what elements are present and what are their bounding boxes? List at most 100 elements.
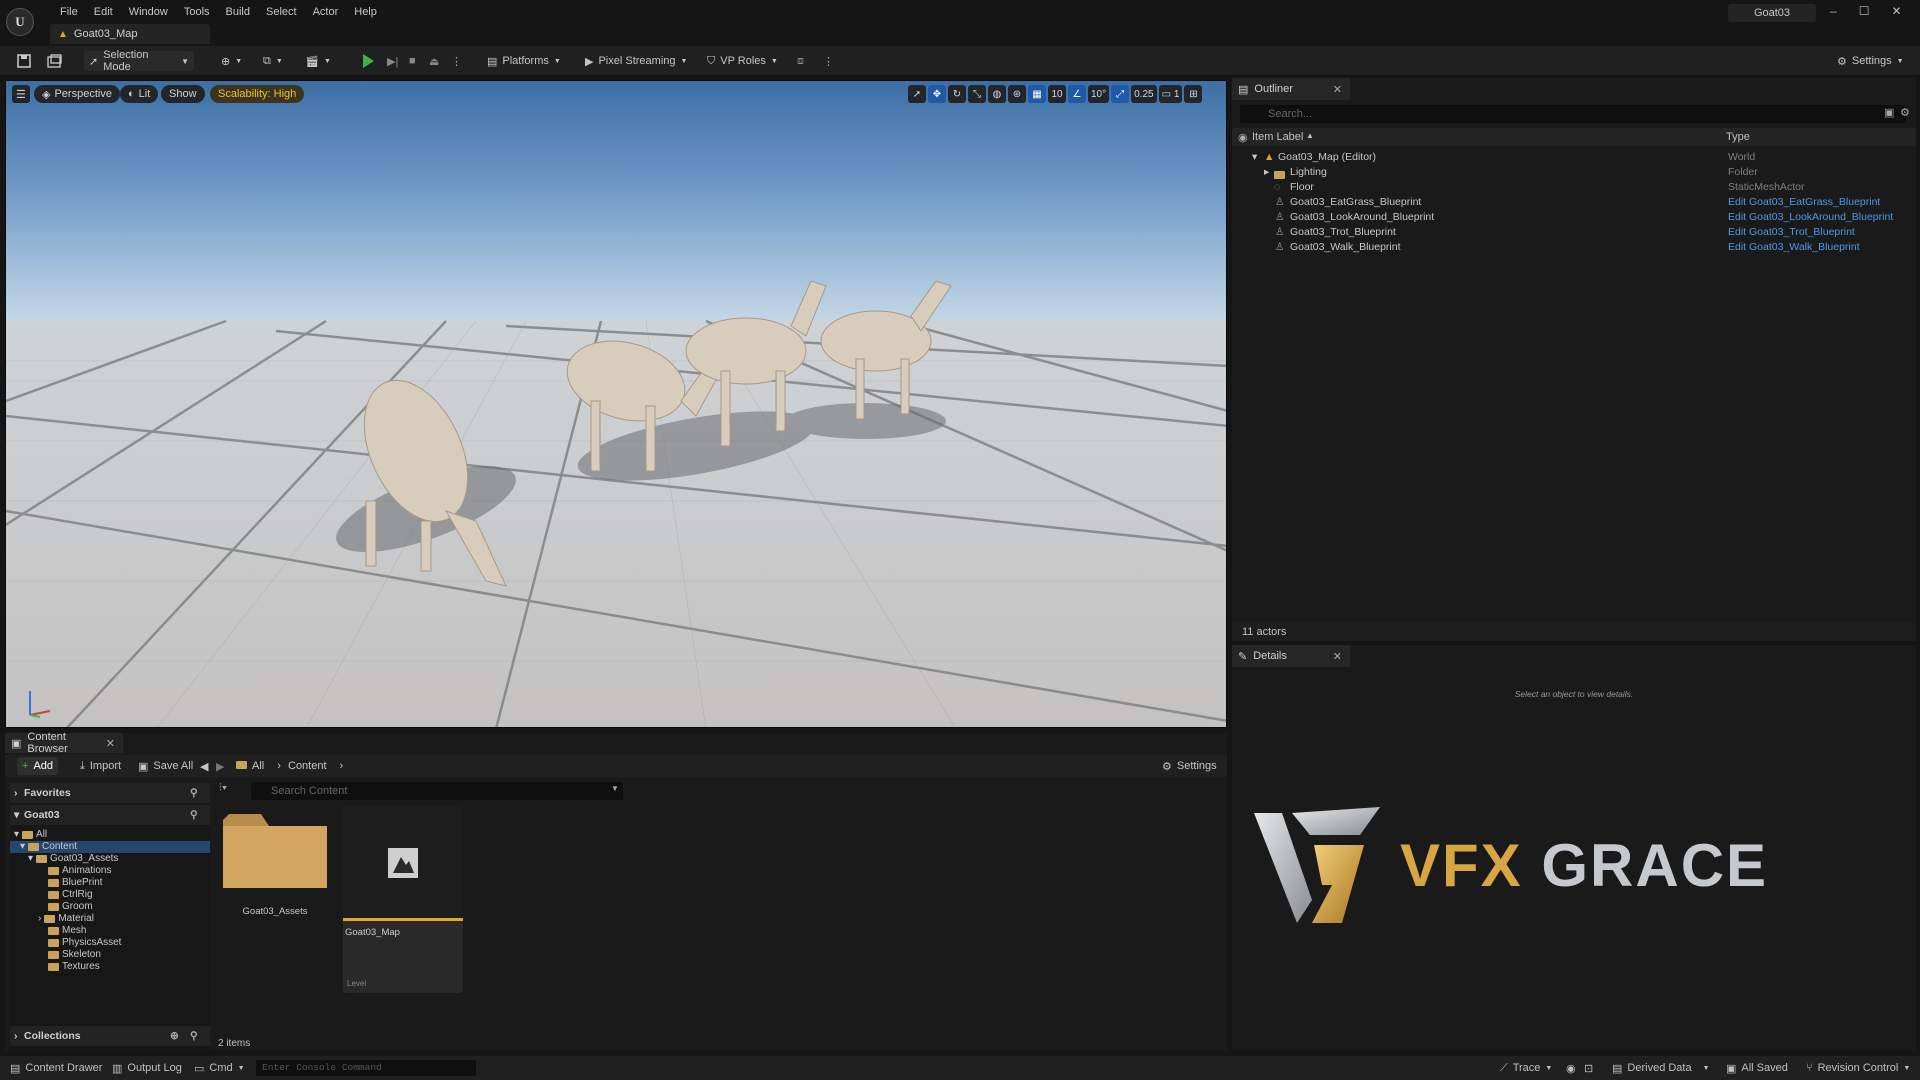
eject-button[interactable]: ⏏ xyxy=(424,51,444,71)
content-search-input[interactable]: Search Content xyxy=(251,782,623,800)
menu-tools[interactable]: Tools xyxy=(176,4,218,20)
pixel-streaming-button[interactable]: ▶︎ Pixel Streaming ▼ xyxy=(580,51,692,71)
add-folder-icon[interactable]: ▣ xyxy=(1884,106,1894,119)
cinematics-button[interactable]: 🎬︎ ▼ xyxy=(300,51,336,71)
close-tab-icon[interactable]: ✕ xyxy=(106,737,115,750)
lit-button[interactable]: ◐ Lit xyxy=(120,85,159,103)
platforms-button[interactable]: ▤ Platforms ▼ xyxy=(482,51,566,71)
perspective-button[interactable]: ◈ Perspective xyxy=(34,85,120,103)
move-tool-icon[interactable]: ✥ xyxy=(928,85,946,103)
collections-section[interactable]: › Collections ⊕ ⚲ xyxy=(10,1026,210,1046)
visibility-eye-icon[interactable]: ◉ xyxy=(1238,131,1248,144)
col-type[interactable]: Type xyxy=(1726,131,1750,143)
viewport-menu-button[interactable]: ☰ xyxy=(12,85,30,103)
output-log-button[interactable]: ▥ Output Log xyxy=(112,1056,182,1080)
derived-data-button[interactable]: ▤ Derived Data ▼ xyxy=(1612,1056,1710,1080)
rotation-snap-toggle[interactable]: ∠ xyxy=(1068,85,1086,103)
outliner-row[interactable]: ♙ Goat03_Walk_Blueprint Edit Goat03_Walk… xyxy=(1232,240,1916,255)
edit-blueprint-link[interactable]: Edit Goat03_Walk_Blueprint xyxy=(1728,240,1860,255)
favorites-section[interactable]: › Favorites ⚲ xyxy=(10,783,210,803)
content-drawer-button[interactable]: ▤ Content Drawer xyxy=(10,1056,102,1080)
content-browser-icon[interactable] xyxy=(42,51,68,71)
tree-item-folder[interactable]: Groom xyxy=(48,901,93,913)
asset-tile-folder[interactable]: Goat03_Assets xyxy=(221,808,329,926)
tree-item-folder[interactable]: PhysicsAsset xyxy=(48,937,121,949)
map-tab[interactable]: ▲ Goat03_Map xyxy=(50,24,210,44)
rotation-snap-value[interactable]: 10° xyxy=(1088,85,1110,103)
menu-window[interactable]: Window xyxy=(121,4,176,20)
grid-snap-toggle[interactable]: ▦ xyxy=(1028,85,1046,103)
console-input[interactable]: Enter Console Command xyxy=(256,1060,476,1076)
project-section[interactable]: ▾ Goat03 ⚲ xyxy=(10,805,210,825)
outliner-row[interactable]: ▸ Lighting Folder xyxy=(1232,165,1916,180)
scale-snap-toggle[interactable]: ⤢ xyxy=(1111,85,1130,103)
cb-settings-button[interactable]: ⚙ Settings xyxy=(1157,757,1222,775)
minimize-icon[interactable]: – xyxy=(1830,4,1837,18)
edit-blueprint-link[interactable]: Edit Goat03_Trot_Blueprint xyxy=(1728,225,1855,240)
step-button[interactable]: ▶| xyxy=(382,51,403,71)
tree-item-content[interactable]: ▾ Content xyxy=(10,841,210,853)
tree-item-folder[interactable]: Textures xyxy=(48,961,100,973)
chevron-down-icon[interactable]: ▼ xyxy=(611,784,619,793)
world-space-icon[interactable]: ◍ xyxy=(988,85,1006,103)
close-window-icon[interactable]: ✕ xyxy=(1891,4,1901,18)
outliner-search-input[interactable]: Search... xyxy=(1240,105,1906,123)
tree-item-folder[interactable]: CtrlRig xyxy=(48,889,93,901)
tree-item-all[interactable]: ▾ All xyxy=(14,829,47,841)
maximize-icon[interactable]: ☐ xyxy=(1859,4,1870,18)
grid-snap-value[interactable]: 10 xyxy=(1048,85,1066,103)
tree-item-folder[interactable]: Mesh xyxy=(48,925,86,937)
show-button[interactable]: Show xyxy=(161,85,205,103)
tree-item-goat03-assets[interactable]: ▾ Goat03_Assets xyxy=(28,853,118,865)
add-collection-icon[interactable]: ⊕ xyxy=(170,1026,179,1046)
search-icon[interactable]: ⚲ xyxy=(190,783,198,803)
search-icon[interactable]: ⚲ xyxy=(190,1026,198,1046)
search-icon[interactable]: ⚲ xyxy=(190,805,198,825)
close-tab-icon[interactable]: ✕ xyxy=(1333,83,1342,96)
add-actor-button[interactable]: ⊕ ▼ xyxy=(216,51,247,71)
unreal-logo-icon[interactable]: U xyxy=(6,8,34,36)
save-icon[interactable] xyxy=(12,51,36,71)
outliner-tab[interactable]: ▤ Outliner ✕ xyxy=(1232,78,1350,100)
tree-item-folder[interactable]: BluePrint xyxy=(48,877,103,889)
menu-help[interactable]: Help xyxy=(346,4,385,20)
record-icon[interactable]: ◉ xyxy=(1566,1056,1576,1080)
scale-tool-icon[interactable]: ⤡ xyxy=(968,85,986,103)
outliner-row[interactable]: ♙ Goat03_Trot_Blueprint Edit Goat03_Trot… xyxy=(1232,225,1916,240)
vp-roles-button[interactable]: ⛉ VP Roles ▼ xyxy=(702,51,783,71)
outliner-row[interactable]: ▾ ▲ Goat03_Map (Editor) World xyxy=(1232,150,1916,165)
camera-speed-button[interactable]: ▭ 1 xyxy=(1158,85,1183,103)
all-saved-button[interactable]: ▣ All Saved xyxy=(1726,1056,1788,1080)
stop-button[interactable]: ■ xyxy=(404,51,421,71)
selection-mode-dropdown[interactable]: ➚ Selection Mode ▼ xyxy=(84,49,194,73)
chevron-down-icon[interactable]: ▾ xyxy=(1252,150,1257,165)
outliner-row[interactable]: ♙ Goat03_EatGrass_Blueprint Edit Goat03_… xyxy=(1232,195,1916,210)
settings-button[interactable]: ⚙ Settings ▼ xyxy=(1832,51,1909,71)
menu-edit[interactable]: Edit xyxy=(86,4,121,20)
menu-actor[interactable]: Actor xyxy=(305,4,347,20)
trace-button[interactable]: ⟋ Trace ▼ xyxy=(1500,1056,1552,1080)
tree-item-folder[interactable]: Skeleton xyxy=(48,949,101,961)
content-browser-tab[interactable]: ▣ Content Browser ✕ xyxy=(5,731,123,755)
cmd-dropdown[interactable]: ▭ Cmd ▼ xyxy=(194,1056,245,1080)
edit-blueprint-link[interactable]: Edit Goat03_EatGrass_Blueprint xyxy=(1728,195,1880,210)
menu-select[interactable]: Select xyxy=(258,4,305,20)
scale-snap-value[interactable]: 0.25 xyxy=(1131,85,1157,103)
select-tool-icon[interactable]: ➚ xyxy=(908,85,926,103)
menu-file[interactable]: File xyxy=(52,4,86,20)
revision-control-button[interactable]: ⑂ Revision Control ▼ xyxy=(1806,1056,1910,1080)
play-button[interactable] xyxy=(358,51,379,71)
filter-icon[interactable]: ⫶▾ xyxy=(219,782,227,795)
close-tab-icon[interactable]: ✕ xyxy=(1333,650,1342,663)
asset-tile-level[interactable]: Goat03_Map Level xyxy=(343,807,463,993)
breadcrumb-all[interactable]: All › xyxy=(231,757,286,775)
add-button[interactable]: + Add xyxy=(17,757,59,775)
menu-build[interactable]: Build xyxy=(218,4,258,20)
play-options-button[interactable]: ⋮ xyxy=(446,51,467,71)
chevron-right-icon[interactable]: ▸ xyxy=(1264,165,1269,180)
viewport-layout-icon[interactable]: ⊞ xyxy=(1184,85,1203,103)
extra-tool-icon[interactable]: ⧈ xyxy=(792,51,809,71)
outliner-row[interactable]: ♙ Goat03_LookAround_Blueprint Edit Goat0… xyxy=(1232,210,1916,225)
col-item-label[interactable]: Item Label xyxy=(1252,131,1303,143)
tree-item-folder[interactable]: › Material xyxy=(38,913,94,925)
